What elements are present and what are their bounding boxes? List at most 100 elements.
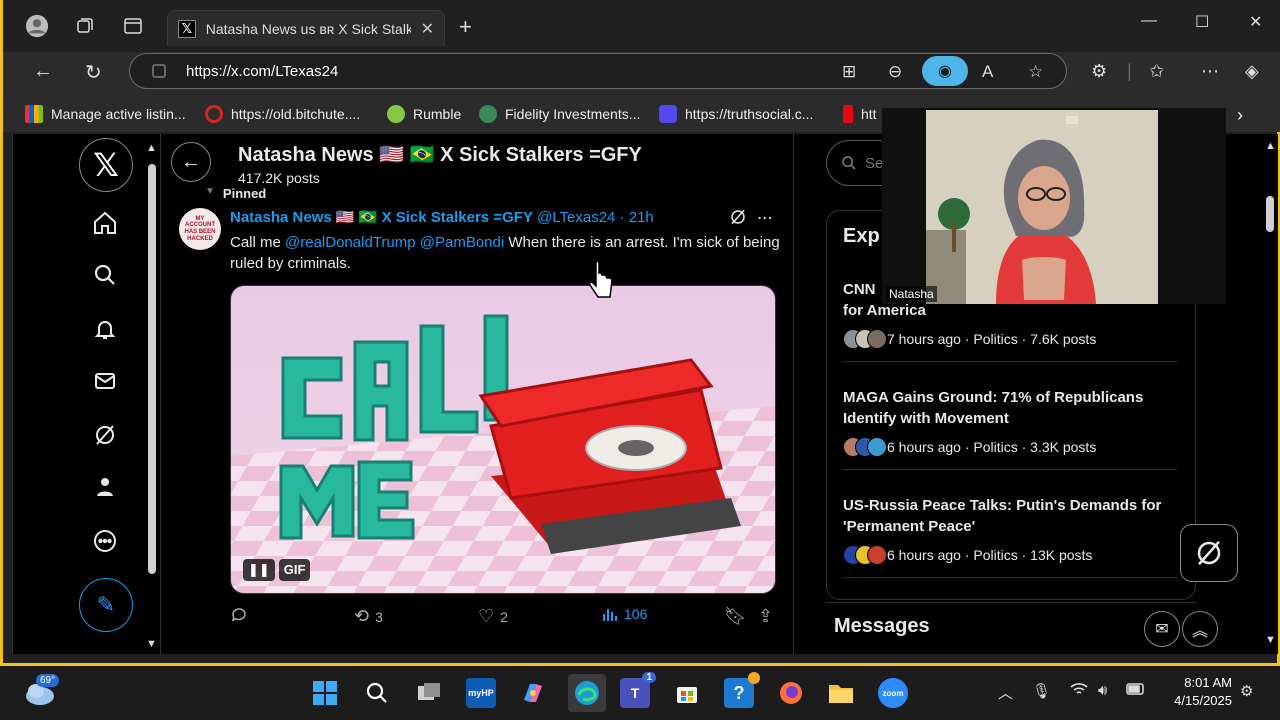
grok-icon[interactable] — [88, 418, 122, 452]
bookmark-netflix[interactable]: htt — [843, 105, 877, 123]
close-window-button[interactable]: ✕ — [1249, 12, 1262, 32]
mention-link[interactable]: @realDonaldTrump — [285, 234, 416, 251]
search-icon[interactable] — [88, 258, 122, 292]
battery-icon[interactable] — [1126, 682, 1146, 699]
grok-floating-button[interactable] — [1180, 524, 1238, 582]
close-tab-icon[interactable]: ✕ — [421, 19, 434, 39]
reply-button[interactable] — [230, 606, 254, 624]
tab-bar: 𝕏 Natasha News us ʙʀ X Sick Stalkers ✕ +… — [3, 0, 1280, 52]
microphone-icon[interactable]: 🎙︎ — [1032, 682, 1051, 700]
scroll-down-arrow-icon[interactable]: ▼ — [146, 638, 157, 650]
heart-icon: ♡ — [478, 606, 495, 626]
profile-icon[interactable] — [25, 14, 49, 38]
firefox-app-icon[interactable] — [776, 678, 806, 708]
repost-button[interactable]: ⟲ 3 — [354, 606, 383, 627]
scroll-down-arrow-icon[interactable]: ▼ — [1265, 634, 1276, 646]
author-handle[interactable]: @LTexas24 — [537, 209, 615, 226]
back-arrow-button[interactable]: ← — [171, 142, 211, 182]
zoom-icon[interactable]: ⊖ — [888, 62, 902, 82]
workspaces-icon[interactable] — [73, 14, 97, 38]
url-text[interactable]: https://x.com/LTexas24 — [186, 63, 338, 80]
scroll-up-arrow-icon[interactable]: ▲ — [146, 142, 157, 154]
tab-active[interactable]: 𝕏 Natasha News us ʙʀ X Sick Stalkers ✕ — [167, 10, 445, 46]
tweet-time[interactable]: 21h — [629, 209, 654, 226]
minimize-button[interactable]: — — [1141, 12, 1157, 30]
webcam-name-label: Natasha — [886, 286, 937, 302]
edge-app-icon[interactable] — [568, 674, 606, 712]
right-scrollbar[interactable]: ▲ ▼ — [1262, 140, 1276, 654]
address-bar[interactable]: https://x.com/LTexas24 ⊞ ⊖ ◉ A ☆ — [129, 53, 1067, 89]
wifi-icon[interactable] — [1070, 682, 1088, 700]
app-available-icon[interactable]: ⊞ — [842, 62, 856, 82]
trend-title: MAGA Gains Ground: 71% of Republicans Id… — [843, 389, 1144, 427]
tray-overflow-icon[interactable]: ︿ — [998, 682, 1013, 703]
pause-icon[interactable]: ❚❚ — [243, 559, 275, 581]
left-scrollbar[interactable]: ▲ ▼ — [145, 142, 159, 652]
trend-item[interactable]: MAGA Gains Ground: 71% of Republicans Id… — [843, 387, 1177, 470]
myhp-app-icon[interactable]: myHP — [466, 678, 496, 708]
tweet-more-icon[interactable]: ⋯ — [757, 208, 773, 228]
taskbar-clock[interactable]: 8:01 AM 4/15/2025 — [1164, 674, 1232, 710]
extensions-icon[interactable]: ⚙ — [1091, 61, 1107, 82]
tweet-gif-media[interactable]: ❚❚ GIF — [230, 285, 776, 594]
expand-messages-icon[interactable]: ︽ — [1182, 611, 1218, 647]
trend-item[interactable]: US-Russia Peace Talks: Putin's Demands f… — [843, 495, 1177, 578]
bookmark-fidelity[interactable]: Fidelity Investments... — [479, 105, 640, 123]
maximize-button[interactable]: ☐ — [1195, 12, 1209, 32]
bookmarks-overflow-icon[interactable]: › — [1237, 105, 1243, 126]
teams-app-icon[interactable]: T 1 — [620, 672, 656, 708]
main-timeline: ← Natasha News 🇺🇸 🇧🇷 X Sick Stalkers =GF… — [160, 134, 794, 654]
start-windows-icon[interactable] — [310, 678, 340, 708]
bookmark-truthsocial[interactable]: https://truthsocial.c... — [659, 105, 813, 123]
messages-drawer[interactable]: Messages ✉ ︽ — [826, 602, 1218, 654]
task-view-icon[interactable] — [414, 678, 444, 708]
back-button[interactable]: ← — [33, 60, 53, 83]
grok-explain-icon[interactable] — [729, 208, 747, 231]
scroll-up-arrow-icon[interactable]: ▲ — [1265, 140, 1276, 152]
x-logo-icon[interactable]: 𝕏 — [79, 138, 133, 192]
get-help-icon[interactable]: ? — [724, 672, 760, 708]
trend-avatars — [843, 437, 887, 457]
new-message-icon[interactable]: ✉ — [1144, 611, 1180, 647]
weather-widget[interactable]: 69° — [22, 674, 60, 715]
bookmark-label: https://old.bitchute.... — [231, 106, 361, 122]
bookmark-bitchute[interactable]: https://old.bitchute.... — [205, 105, 360, 123]
notification-settings-icon[interactable]: ⚙ — [1240, 682, 1253, 700]
notifications-bell-icon[interactable] — [88, 312, 122, 346]
new-tab-button[interactable]: + — [459, 14, 472, 40]
post-compose-icon[interactable]: ✎ — [79, 578, 133, 632]
profile-person-icon[interactable] — [88, 470, 122, 504]
scrollbar-thumb[interactable] — [148, 164, 156, 574]
tracking-prevention-icon[interactable]: ◉ — [922, 56, 968, 86]
zoom-app-icon[interactable]: zoom — [878, 678, 908, 708]
file-explorer-icon[interactable] — [826, 678, 856, 708]
bookmark-icon[interactable]: 🔖︎ — [724, 606, 747, 627]
divider — [843, 469, 1177, 470]
like-button[interactable]: ♡ 2 — [478, 606, 508, 627]
taskbar-search-icon[interactable] — [362, 678, 392, 708]
copilot-icon[interactable]: ◈ — [1245, 61, 1259, 82]
mention-link[interactable]: @PamBondi — [420, 234, 504, 251]
scrollbar-thumb[interactable] — [1266, 196, 1274, 232]
left-nav: 𝕏 ✎ ▲ ▼ — [12, 134, 158, 654]
microsoft-store-icon[interactable] — [672, 678, 702, 708]
more-menu-icon[interactable]: ⋯ — [1201, 61, 1219, 82]
tab-actions-icon[interactable] — [121, 14, 145, 38]
favorites-icon[interactable]: ✩ — [1149, 61, 1164, 82]
share-icon[interactable]: ⇪ — [758, 606, 773, 627]
bookmark-rumble[interactable]: Rumble — [387, 105, 461, 123]
avatar[interactable]: MY ACCOUNT HAS BEEN HACKED — [179, 208, 221, 250]
home-icon[interactable] — [88, 206, 122, 240]
author-name[interactable]: Natasha News 🇺🇸 🇧🇷 X Sick Stalkers =GFY — [230, 209, 533, 226]
favorite-star-icon[interactable]: ☆ — [1028, 62, 1043, 82]
more-circle-icon[interactable] — [88, 524, 122, 558]
copilot-app-icon[interactable] — [518, 678, 548, 708]
messages-mail-icon[interactable] — [88, 364, 122, 398]
divider — [843, 577, 1177, 578]
bookmark-ebay[interactable]: Manage active listin... — [25, 105, 186, 123]
volume-icon[interactable]: 🔊︎ — [1098, 682, 1107, 699]
views-button[interactable]: 106 — [602, 606, 647, 622]
webcam-feed — [926, 110, 1158, 304]
read-aloud-icon[interactable]: A — [982, 62, 993, 82]
refresh-button[interactable]: ↻ — [85, 60, 102, 85]
